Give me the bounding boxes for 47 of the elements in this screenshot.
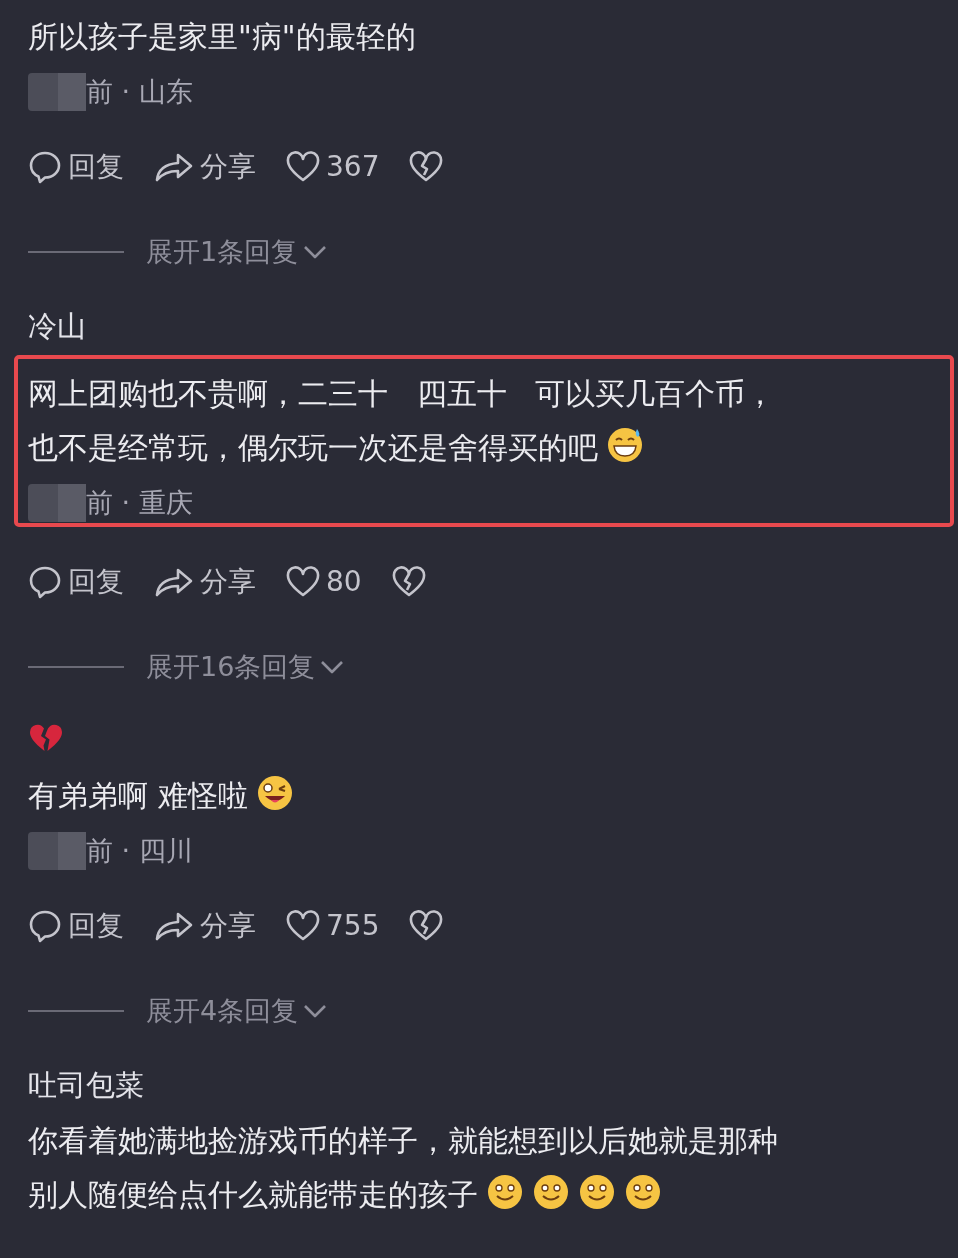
- comment-meta: 前 · 四川: [86, 834, 193, 868]
- reply-button[interactable]: 回复: [28, 905, 124, 947]
- username[interactable]: 吐司包菜: [28, 1059, 958, 1110]
- heart-icon: [286, 151, 320, 183]
- comment-text: 别人随便给点什么就能带走的孩子: [28, 1167, 958, 1222]
- emoji-icon: [606, 425, 644, 464]
- comment-icon: [28, 150, 62, 184]
- reply-button[interactable]: 回复: [28, 560, 124, 603]
- emoji-icon: [578, 1172, 616, 1211]
- dislike-button[interactable]: [409, 151, 444, 183]
- expand-replies-button[interactable]: 展开1条回复: [146, 232, 329, 273]
- like-button[interactable]: 367: [286, 146, 380, 188]
- share-button[interactable]: 分享: [154, 146, 256, 188]
- comment-icon: [28, 564, 62, 599]
- like-button[interactable]: 755: [286, 905, 380, 947]
- share-icon: [154, 152, 194, 182]
- comment-text: 网上团购也不贵啊，二三十 四五十 可以买几百个币，: [28, 374, 777, 413]
- username[interactable]: 冷山: [28, 300, 958, 351]
- like-button[interactable]: 80: [286, 560, 362, 603]
- comment-meta: 前 · 重庆: [86, 485, 193, 520]
- emoji-icon: [624, 1172, 662, 1211]
- comment-meta: 前 · 山东: [86, 75, 193, 109]
- share-icon: [154, 566, 194, 597]
- blurred-mask: [28, 483, 86, 522]
- heart-icon: [286, 565, 320, 598]
- share-button[interactable]: 分享: [154, 560, 256, 603]
- comment-text: 你看着她满地捡游戏币的样子，就能想到以后她就是那种: [28, 1121, 779, 1160]
- broken-heart-icon: [391, 565, 426, 598]
- dislike-button[interactable]: [409, 910, 444, 942]
- blurred-mask: [28, 832, 86, 870]
- emoji-icon: [255, 774, 294, 812]
- expand-replies-button[interactable]: 展开4条回复: [146, 991, 329, 1032]
- heart-icon: [286, 910, 320, 942]
- emoji-icon: [486, 1172, 524, 1211]
- comment-text: 有弟弟啊 难怪啦: [28, 769, 958, 823]
- blurred-mask: [28, 73, 86, 111]
- share-icon: [154, 911, 194, 941]
- share-button[interactable]: 分享: [154, 905, 256, 947]
- comment-icon: [28, 909, 62, 943]
- expand-replies-button[interactable]: 展开16条回复: [146, 646, 346, 687]
- reply-button[interactable]: 回复: [28, 146, 124, 188]
- dislike-button[interactable]: [391, 565, 426, 598]
- comment-text: 也不是经常玩，偶尔玩一次还是舍得买的吧: [28, 420, 940, 475]
- broken-heart-icon: [409, 910, 444, 942]
- emoji-icon: [532, 1172, 570, 1211]
- broken-heart-icon: [409, 151, 444, 183]
- comment-text: 所以孩子是家里"病"的最轻的: [28, 18, 417, 56]
